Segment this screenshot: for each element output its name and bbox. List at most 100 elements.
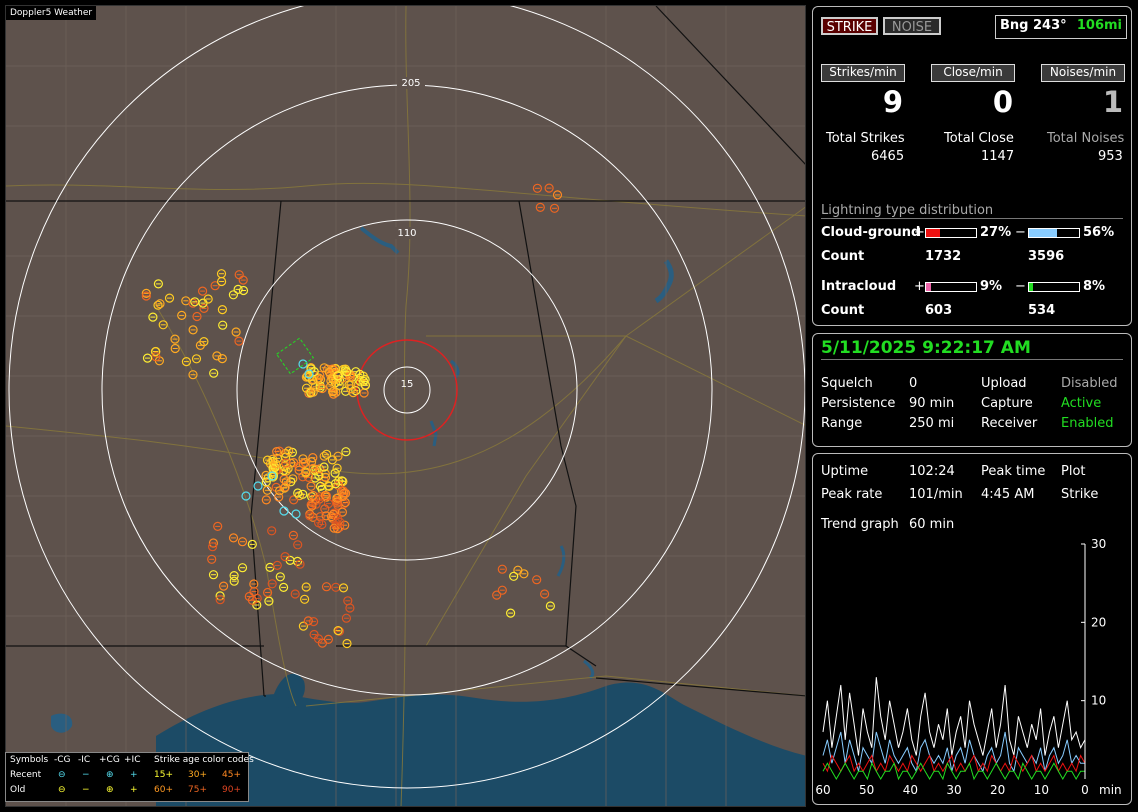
trend-series-3 — [822, 762, 1085, 781]
legend-cg-pos-label: +CG — [99, 755, 120, 765]
legend-age-45: 45+ — [222, 770, 241, 780]
peak-time-label: Peak time — [981, 464, 1046, 479]
uptime-value: 102:24 — [909, 464, 955, 479]
trend-y-tick-label: 20 — [1091, 615, 1106, 629]
legend-symbols-label: Symbols — [10, 755, 49, 765]
cloud-ground-label: Cloud-ground — [821, 225, 921, 240]
total-noises-label: Total Noises — [1047, 131, 1125, 146]
cg-negative-pct: 56% — [1083, 225, 1115, 240]
intracloud-label: Intracloud — [821, 279, 897, 294]
ic-negative-bar — [1028, 282, 1080, 292]
recent-strike-marker — [253, 481, 263, 491]
distribution-divider — [821, 218, 1123, 219]
distance-value: 106mi — [1076, 18, 1122, 33]
peak-rate-value: 101/min — [909, 487, 963, 502]
recent-strike-marker — [279, 506, 289, 516]
close-per-min-value: 0 — [992, 85, 1013, 119]
ic-positive-pct: 9% — [980, 279, 1003, 294]
total-noises-value: 953 — [1098, 149, 1123, 164]
legend-age-60: 60+ — [154, 785, 173, 795]
legend-ic-pos-label: +IC — [124, 755, 141, 765]
recent-ic-pos-icon: + — [130, 770, 138, 780]
strikes-per-min-value: 9 — [882, 85, 903, 119]
noises-per-min-button[interactable]: Noises/min — [1041, 64, 1125, 82]
ic-positive-fill — [926, 283, 931, 291]
range-value[interactable]: 250 mi — [909, 416, 954, 431]
recent-cg-pos-icon: ⊕ — [106, 770, 114, 780]
recent-cg-neg-icon: ⊖ — [58, 770, 66, 780]
trend-graph-label: Trend graph — [821, 517, 899, 532]
persistence-value[interactable]: 90 min — [909, 396, 954, 411]
capture-label: Capture — [981, 396, 1033, 411]
system-divider — [821, 359, 1123, 360]
receiver-label: Receiver — [981, 416, 1038, 431]
cg-count-label: Count — [821, 249, 865, 264]
system-status-panel: 5/11/2025 9:22:17 AM Squelch 0 Upload Di… — [812, 333, 1132, 447]
close-per-min-button[interactable]: Close/min — [931, 64, 1015, 82]
cg-positive-count: 1732 — [925, 249, 962, 264]
strikes-per-min-button[interactable]: Strikes/min — [821, 64, 905, 82]
legend-age-30: 30+ — [188, 770, 207, 780]
trend-x-tick-label: 50 — [859, 783, 874, 797]
receiver-value[interactable]: Enabled — [1061, 416, 1114, 431]
legend-cg-neg-label: -CG — [54, 755, 71, 765]
old-ic-pos-icon: + — [130, 785, 138, 795]
bearing-readout: Bng 243° 106mi — [995, 15, 1127, 39]
strike-status-panel: STRIKE NOISE Bng 243° 106mi Strikes/min … — [812, 6, 1132, 326]
trend-x-tick-label: 30 — [946, 783, 961, 797]
radar-map[interactable]: 205 110 15 Doppler5 Weather — [5, 5, 806, 807]
trend-x-tick-label: 60 — [815, 783, 830, 797]
map-title: Doppler5 Weather — [6, 6, 97, 20]
ic-negative-pct: 8% — [1083, 279, 1106, 294]
recent-strike-marker — [291, 509, 301, 519]
capture-value[interactable]: Active — [1061, 396, 1101, 411]
uptime-label: Uptime — [821, 464, 869, 479]
plot-value[interactable]: Strike — [1061, 487, 1098, 502]
ic-negative-count: 534 — [1028, 303, 1056, 318]
upload-value[interactable]: Disabled — [1061, 376, 1117, 391]
ic-count-label: Count — [821, 303, 865, 318]
trend-x-tick-label: 10 — [1034, 783, 1049, 797]
strike-markers — [141, 183, 563, 649]
trend-x-axis-label: min — [1099, 783, 1122, 797]
cg-plus-sign: + — [914, 225, 925, 240]
map-canvas: 205 110 15 — [6, 6, 805, 806]
total-close-label: Total Close — [944, 131, 1014, 146]
range-label: Range — [821, 416, 863, 431]
legend-age-label: Strike age color codes — [154, 755, 254, 765]
cg-negative-fill — [1029, 229, 1057, 237]
strike-button[interactable]: STRIKE — [821, 17, 878, 35]
squelch-label: Squelch — [821, 376, 873, 391]
old-cg-pos-icon: ⊕ — [106, 785, 114, 795]
trend-x-tick-label: 0 — [1081, 783, 1089, 797]
legend-recent-label: Recent — [10, 770, 42, 780]
symbol-legend: Symbols -CG -IC +CG +IC Strike age color… — [5, 752, 254, 802]
total-close-value: 1147 — [981, 149, 1015, 164]
legend-old-label: Old — [10, 785, 26, 795]
ring-label-15: 15 — [401, 379, 414, 390]
trend-panel: Uptime 102:24 Peak time Plot Peak rate 1… — [812, 453, 1132, 805]
datetime-display: 5/11/2025 9:22:17 AM — [821, 338, 1031, 358]
old-ic-neg-icon: − — [82, 785, 90, 795]
ic-negative-fill — [1029, 283, 1033, 291]
peak-rate-label: Peak rate — [821, 487, 883, 502]
legend-age-90: 90+ — [222, 785, 241, 795]
ring-label-205: 205 — [401, 78, 420, 89]
cg-negative-count: 3596 — [1028, 249, 1065, 264]
noises-per-min-value: 1 — [1102, 85, 1123, 119]
trend-series-0 — [822, 677, 1086, 756]
recent-ic-neg-icon: − — [82, 770, 90, 780]
squelch-value[interactable]: 0 — [909, 376, 917, 391]
persistence-label: Persistence — [821, 396, 896, 411]
trend-graph-value[interactable]: 60 min — [909, 517, 954, 532]
selection-box — [275, 337, 315, 375]
distribution-title: Lightning type distribution — [821, 203, 994, 218]
noise-button[interactable]: NOISE — [883, 17, 941, 35]
cg-minus-sign: − — [1015, 225, 1026, 240]
old-cg-neg-icon: ⊖ — [58, 785, 66, 795]
legend-age-75: 75+ — [188, 785, 207, 795]
legend-ic-neg-label: -IC — [78, 755, 91, 765]
cg-negative-bar — [1028, 228, 1080, 238]
cg-positive-fill — [926, 229, 940, 237]
plot-label: Plot — [1061, 464, 1086, 479]
